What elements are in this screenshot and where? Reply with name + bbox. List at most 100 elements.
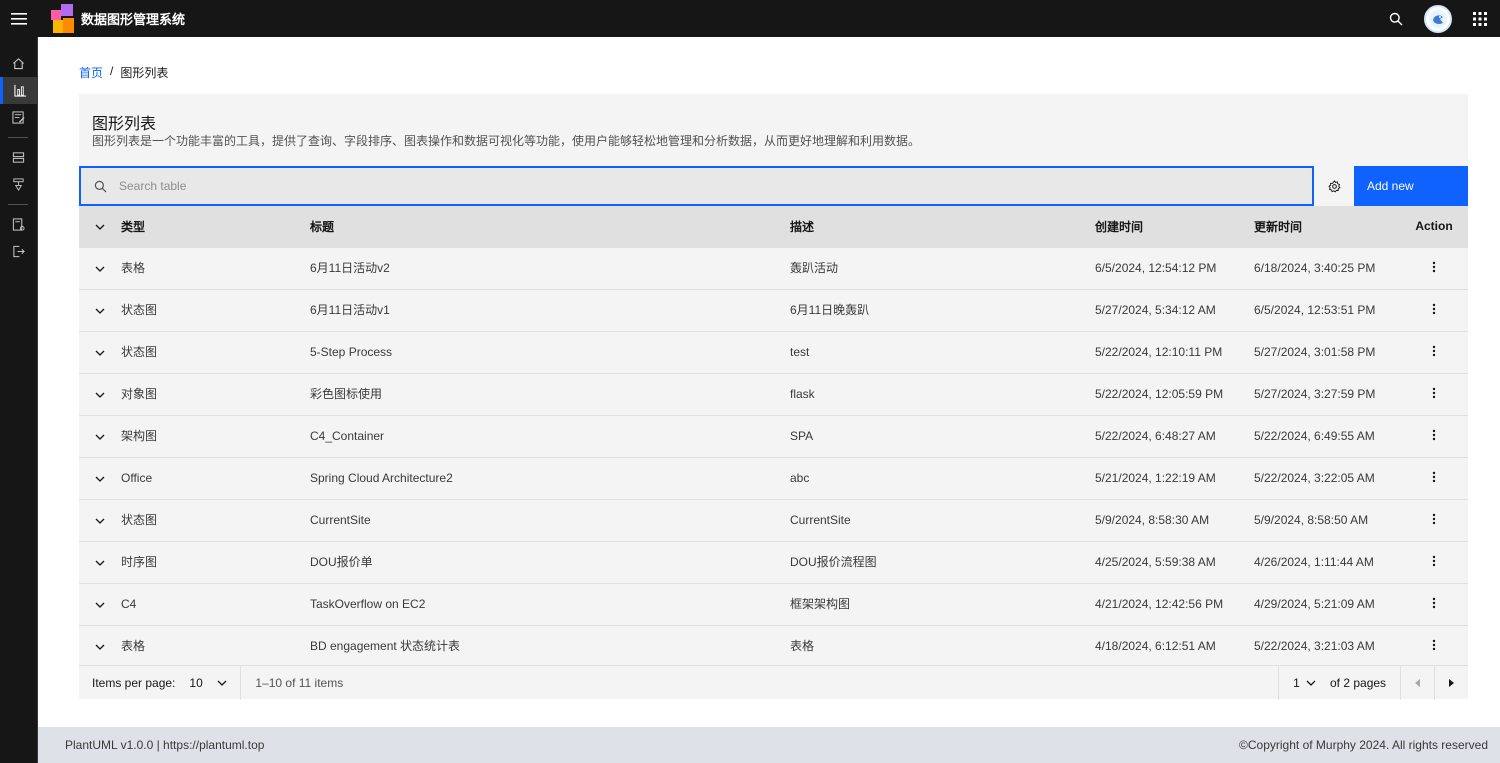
table-row[interactable]: 状态图 CurrentSite CurrentSite 5/9/2024, 8:58:… xyxy=(79,498,1468,541)
page-number: 1 xyxy=(1293,676,1300,690)
sidebar-divider xyxy=(8,137,28,138)
document-settings-icon[interactable] xyxy=(0,211,37,238)
footer: PlantUML v1.0.0 | https://plantuml.top ©… xyxy=(38,727,1500,763)
cell-created: 5/22/2024, 12:05:59 PM xyxy=(1095,372,1254,415)
add-new-button[interactable]: Add new xyxy=(1354,166,1468,206)
flow-icon[interactable] xyxy=(0,171,37,198)
row-expand-icon[interactable] xyxy=(79,456,121,499)
items-per-page-label: Items per page: xyxy=(92,675,176,690)
table-row[interactable]: 对象图 彩色图标使用 flask 5/22/2024, 12:05:59 PM 5/27… xyxy=(79,372,1468,415)
overflow-menu-icon[interactable] xyxy=(1400,456,1468,499)
row-expand-icon[interactable] xyxy=(79,330,121,373)
cell-created: 4/25/2024, 5:59:38 AM xyxy=(1095,540,1254,583)
caret-right-icon xyxy=(1448,679,1454,687)
overflow-menu-icon[interactable] xyxy=(1400,498,1468,541)
page-select[interactable]: 1 xyxy=(1278,666,1330,700)
cell-updated: 5/22/2024, 3:21:03 AM xyxy=(1254,624,1400,667)
row-expand-icon[interactable] xyxy=(79,372,121,415)
home-icon[interactable] xyxy=(0,50,37,77)
table-row[interactable]: 表格 BD engagement 状态统计表 表格 4/18/2024, 6:12:5… xyxy=(79,624,1468,667)
cell-title: Spring Cloud Architecture2 xyxy=(310,456,790,499)
sidebar-divider xyxy=(8,204,28,205)
cell-updated: 5/22/2024, 6:49:55 AM xyxy=(1254,414,1400,457)
cell-description: SPA xyxy=(790,414,1095,457)
table-row[interactable]: 状态图 5-Step Process test 5/22/2024, 12:10:11… xyxy=(79,330,1468,373)
cell-title: CurrentSite xyxy=(310,498,790,541)
overflow-menu-icon[interactable] xyxy=(1400,288,1468,331)
row-expand-icon[interactable] xyxy=(79,498,121,541)
table-header-row: 类型 标题 描述 创建时间 更新时间 Action xyxy=(79,206,1468,247)
row-expand-icon[interactable] xyxy=(79,288,121,331)
row-expand-icon[interactable] xyxy=(79,582,121,625)
overflow-menu-icon[interactable] xyxy=(1400,582,1468,625)
avatar[interactable] xyxy=(1424,4,1452,33)
menu-icon[interactable] xyxy=(0,0,37,37)
table-row[interactable]: Office Spring Cloud Architecture2 abc 5/21/… xyxy=(79,456,1468,499)
edit-list-icon[interactable] xyxy=(0,104,37,131)
storage-icon[interactable] xyxy=(0,144,37,171)
total-pages: of 2 pages xyxy=(1330,676,1387,690)
overflow-menu-icon[interactable] xyxy=(1400,414,1468,457)
overflow-menu-icon[interactable] xyxy=(1400,246,1468,289)
cell-type: 状态图 xyxy=(121,330,310,373)
row-expand-icon[interactable] xyxy=(79,540,121,583)
page-title: 图形列表 xyxy=(92,116,157,133)
column-header-action: Action xyxy=(1415,219,1453,234)
table-toolbar: Add new xyxy=(79,166,1468,206)
cell-description: 6月11日晚轰趴 xyxy=(790,288,1095,331)
breadcrumb-home-link[interactable]: 首页 xyxy=(79,64,103,81)
cell-updated: 5/27/2024, 3:01:58 PM xyxy=(1254,330,1400,373)
settings-button[interactable] xyxy=(1314,166,1354,206)
search-icon[interactable] xyxy=(1376,0,1416,37)
data-table: 类型 标题 描述 创建时间 更新时间 Action 表格 6月11日活动v2 轰趴活… xyxy=(79,206,1468,667)
cell-title: 彩色图标使用 xyxy=(310,372,790,415)
app-title: 数据图形管理系统 xyxy=(81,12,186,27)
logout-icon[interactable] xyxy=(0,238,37,265)
previous-page-button[interactable] xyxy=(1400,666,1434,700)
overflow-menu-icon[interactable] xyxy=(1400,372,1468,415)
cell-type: 架构图 xyxy=(121,414,310,457)
table-row[interactable]: 时序图 DOU报价单 DOU报价流程图 4/25/2024, 5:59:38 AM 4/… xyxy=(79,540,1468,583)
caret-left-icon xyxy=(1414,679,1420,687)
search-box xyxy=(79,166,1314,206)
overflow-menu-icon[interactable] xyxy=(1400,624,1468,667)
column-header-type[interactable]: 类型 xyxy=(121,206,310,247)
cell-type: 表格 xyxy=(121,246,310,289)
cell-description: DOU报价流程图 xyxy=(790,540,1095,583)
cell-type: 对象图 xyxy=(121,372,310,415)
row-expand-icon[interactable] xyxy=(79,246,121,289)
table-row[interactable]: 状态图 6月11日活动v1 6月11日晚轰趴 5/27/2024, 5:34:12 A… xyxy=(79,288,1468,331)
app-switcher-icon[interactable] xyxy=(1460,0,1500,37)
overflow-menu-icon[interactable] xyxy=(1400,330,1468,373)
cell-updated: 6/5/2024, 12:53:51 PM xyxy=(1254,288,1400,331)
table-row[interactable]: 架构图 C4_Container SPA 5/22/2024, 6:48:27 AM 5… xyxy=(79,414,1468,457)
cell-title: 6月11日活动v2 xyxy=(310,246,790,289)
cell-description: test xyxy=(790,330,1095,373)
next-page-button[interactable] xyxy=(1434,666,1468,700)
cell-type: 状态图 xyxy=(121,498,310,541)
page-size-select[interactable]: 10 xyxy=(189,665,242,700)
column-header-updated[interactable]: 更新时间 xyxy=(1254,206,1400,247)
table-row[interactable]: C4 TaskOverflow on EC2 框架架构图 4/21/2024, 12:… xyxy=(79,582,1468,625)
search-input[interactable] xyxy=(119,179,1219,193)
row-expand-icon[interactable] xyxy=(79,624,121,667)
page-size-value: 10 xyxy=(189,675,203,690)
row-expand-icon[interactable] xyxy=(79,414,121,457)
column-header-description[interactable]: 描述 xyxy=(790,206,1095,247)
overflow-menu-icon[interactable] xyxy=(1400,540,1468,583)
cell-created: 5/22/2024, 12:10:11 PM xyxy=(1095,330,1254,373)
logo-icon xyxy=(51,3,75,34)
gear-icon xyxy=(1327,179,1341,193)
cell-updated: 5/22/2024, 3:22:05 AM xyxy=(1254,456,1400,499)
cell-type: Office xyxy=(121,456,310,499)
table-row[interactable]: 表格 6月11日活动v2 轰趴活动 6/5/2024, 12:54:12 PM 6/18… xyxy=(79,246,1468,289)
cell-title: 6月11日活动v1 xyxy=(310,288,790,331)
chart-icon[interactable] xyxy=(0,77,37,104)
column-header-title[interactable]: 标题 xyxy=(310,206,790,247)
cell-created: 5/22/2024, 6:48:27 AM xyxy=(1095,414,1254,457)
breadcrumb-separator: / xyxy=(110,64,114,78)
expand-all-icon[interactable] xyxy=(79,206,121,247)
cell-created: 5/21/2024, 1:22:19 AM xyxy=(1095,456,1254,499)
column-header-created[interactable]: 创建时间 xyxy=(1095,206,1254,247)
cell-updated: 5/27/2024, 3:27:59 PM xyxy=(1254,372,1400,415)
